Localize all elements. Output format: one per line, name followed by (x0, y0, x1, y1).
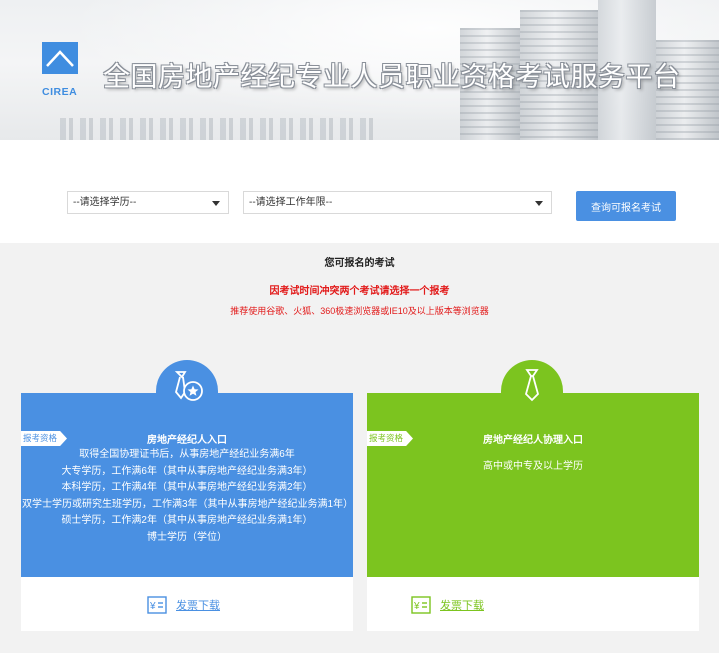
chevron-down-icon[interactable] (527, 192, 551, 213)
query-exams-button[interactable]: 查询可报名考试 (576, 191, 676, 221)
work-years-select[interactable]: --请选择工作年限-- (243, 191, 552, 214)
education-select-value: --请选择学历-- (73, 197, 137, 208)
assistant-broker-entry-card[interactable]: 报考资格 房地产经纪人协理入口 高中或中专及以上学历 ¥ 发票下载 (367, 360, 699, 631)
tie-icon (501, 360, 563, 410)
invoice-download-label[interactable]: 发票下载 (440, 597, 484, 613)
list-item: 博士学历（学位） (147, 531, 227, 543)
card-body[interactable]: 报考资格 房地产经纪人协理入口 高中或中专及以上学历 (367, 360, 699, 577)
logo-roof-icon (42, 42, 78, 74)
requirements-list: 取得全国协理证书后，从事房地产经纪业务满6年 大专学历，工作满6年（其中从事房地… (21, 447, 353, 546)
svg-text:¥: ¥ (413, 601, 420, 612)
card-footer: ¥ 发票下载 (21, 577, 353, 631)
browser-tip: 推荐使用谷歌、火狐、360极速浏览器或IE10及以上版本等浏览器 (230, 306, 489, 316)
invoice-icon: ¥ (411, 596, 431, 614)
filter-bar: --请选择学历-- --请选择工作年限-- 查询可报名考试 (0, 140, 719, 243)
logo-text: CIREA (42, 86, 78, 98)
svg-text:¥: ¥ (149, 601, 156, 612)
card-body[interactable]: 报考资格 房地产经纪人入口 取得全国协理证书后，从事房地产经纪业务满6年 大专学… (21, 360, 353, 577)
list-item: 双学士学历或研究生班学历，工作满3年（其中从事房地产经纪业务满1年） (22, 498, 354, 510)
requirements-list: 高中或中专及以上学历 (367, 459, 699, 476)
list-item: 本科学历，工作满4年（其中从事房地产经纪业务满2年） (61, 482, 313, 493)
section-title: 您可报名的考试 (324, 258, 395, 269)
card-footer: ¥ 发票下载 (367, 577, 699, 631)
invoice-download-label[interactable]: 发票下载 (176, 597, 220, 613)
invoice-download-link[interactable]: ¥ 发票下载 (411, 595, 484, 615)
list-item: 高中或中专及以上学历 (483, 461, 583, 472)
header-banner: CIREA 全国房地产经纪专业人员职业资格考试服务平台 (0, 0, 719, 140)
card-title: 房地产经纪人入口 (147, 435, 227, 446)
chevron-down-icon[interactable] (204, 192, 228, 213)
education-select[interactable]: --请选择学历-- (67, 191, 229, 214)
tie-star-icon (156, 360, 218, 410)
broker-entry-card[interactable]: 报考资格 房地产经纪人入口 取得全国协理证书后，从事房地产经纪业务满6年 大专学… (21, 360, 353, 631)
work-years-select-value: --请选择工作年限-- (249, 197, 333, 208)
invoice-download-link[interactable]: ¥ 发票下载 (147, 595, 220, 615)
banner-skyline (60, 118, 380, 140)
conflict-warning: 因考试时间冲突两个考试请选择一个报考 (269, 286, 450, 297)
list-item: 大专学历，工作满6年（其中从事房地产经纪业务满3年） (61, 465, 313, 477)
invoice-icon: ¥ (147, 596, 167, 614)
site-title: 全国房地产经纪专业人员职业资格考试服务平台 (103, 62, 681, 92)
card-title: 房地产经纪人协理入口 (483, 435, 583, 446)
list-item: 取得全国协理证书后，从事房地产经纪业务满6年 (79, 449, 295, 460)
list-item: 硕士学历，工作满2年（其中从事房地产经纪业务满1年） (61, 515, 313, 526)
